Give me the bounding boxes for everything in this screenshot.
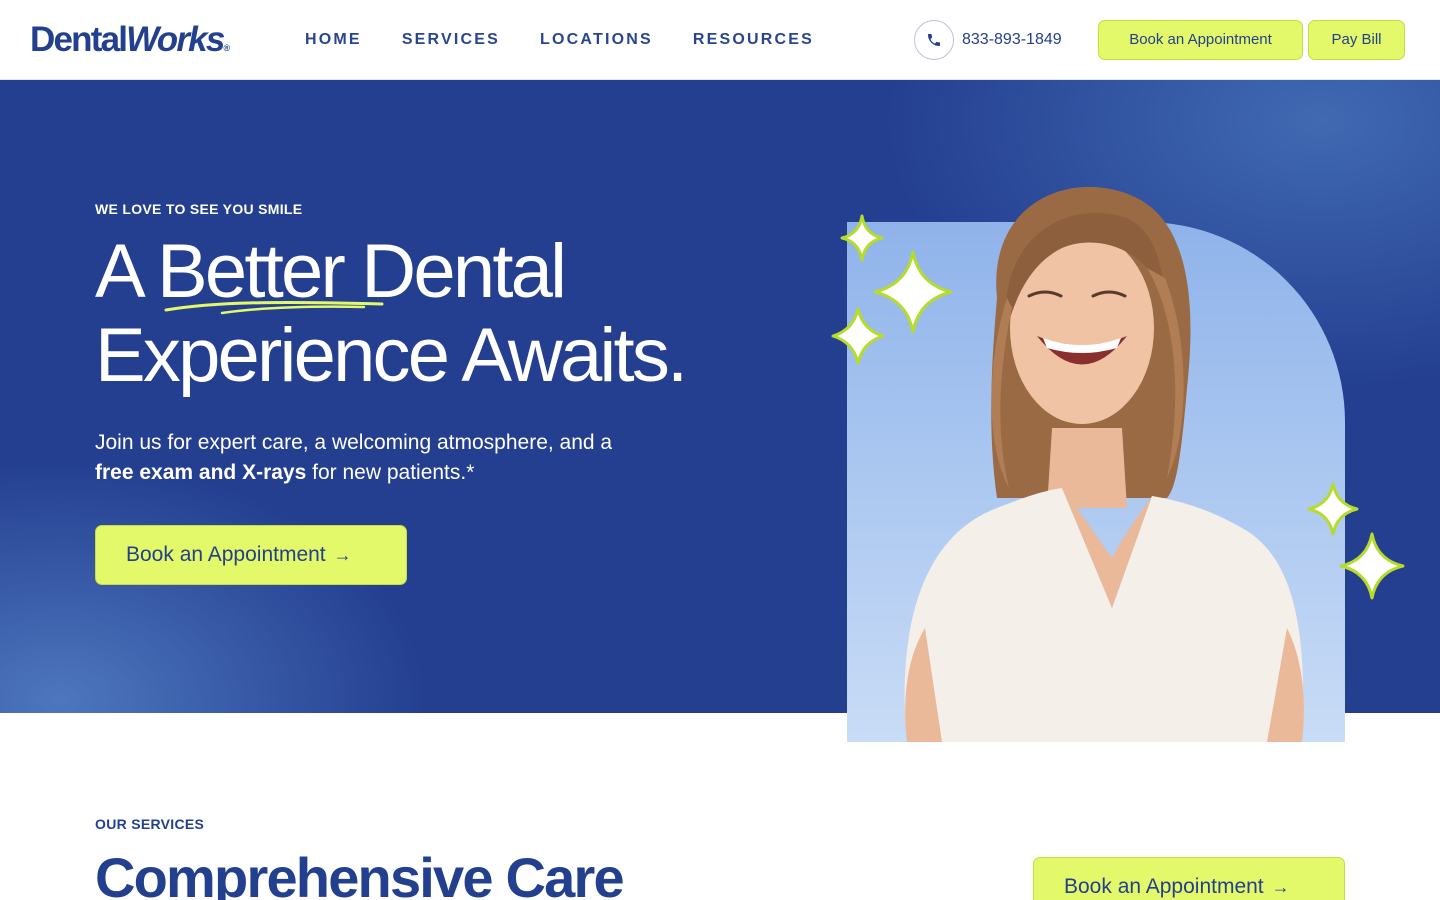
better-underline-decoration [164, 300, 384, 315]
dentalworks-logo[interactable]: DentalWorks® [30, 20, 230, 60]
hero-book-appointment-button[interactable]: Book an Appointment → [95, 525, 407, 585]
phone-number-link[interactable]: 833-893-1849 [962, 30, 1062, 50]
nav-home[interactable]: HOME [305, 30, 362, 50]
services-title: Comprehensive Care [95, 846, 625, 900]
headline-line-2: Experience Awaits. [95, 313, 688, 398]
hero-cta-label: Book an Appointment [126, 543, 326, 566]
hero-photo [831, 186, 1405, 742]
logo-text-dental: Dental [30, 20, 128, 59]
main-nav: HOME SERVICES LOCATIONS RESOURCES [305, 30, 854, 50]
phone-icon [928, 34, 940, 46]
arrow-right-icon: → [333, 545, 352, 565]
phone-button[interactable] [914, 20, 954, 60]
header-book-appointment-button[interactable]: Book an Appointment [1098, 20, 1303, 60]
services-cta-label: Book an Appointment [1064, 875, 1264, 898]
hero-eyebrow: WE LOVE TO SEE YOU SMILE [95, 201, 303, 217]
headline-word-a: A [95, 229, 158, 314]
nav-resources[interactable]: RESOURCES [693, 30, 814, 50]
nav-services[interactable]: SERVICES [402, 30, 500, 50]
smiling-woman-illustration [904, 186, 1304, 742]
subcopy-rest: for new patients.* [306, 461, 475, 484]
logo-registered-mark: ® [223, 43, 231, 53]
nav-locations[interactable]: LOCATIONS [540, 30, 653, 50]
logo-text-works: Works [126, 20, 225, 59]
subcopy-line-1: Join us for expert care, a welcoming atm… [95, 431, 613, 454]
pay-bill-button[interactable]: Pay Bill [1308, 20, 1405, 60]
services-eyebrow: OUR SERVICES [95, 816, 205, 832]
subcopy-offer: free exam and X-rays [95, 461, 307, 484]
arrow-right-icon: → [1271, 877, 1290, 897]
services-book-appointment-button[interactable]: Book an Appointment → [1033, 857, 1345, 900]
site-header: DentalWorks® HOME SERVICES LOCATIONS RES… [0, 0, 1440, 80]
hero-subcopy: Join us for expert care, a welcoming atm… [95, 428, 715, 488]
